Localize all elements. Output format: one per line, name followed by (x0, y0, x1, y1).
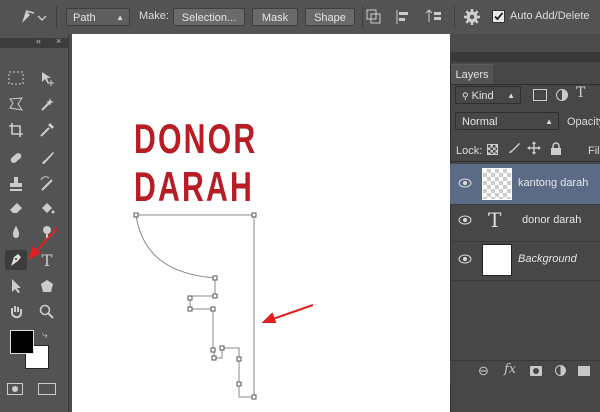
blend-mode-value: Normal (462, 116, 498, 128)
layer-thumbnail (482, 168, 512, 200)
arrow-to-path (269, 304, 314, 321)
blend-mode-select[interactable]: Normal ▲ (455, 112, 559, 130)
text-layer-icon: T (488, 208, 502, 232)
foreground-color-swatch[interactable] (10, 330, 34, 354)
chevron-updown-icon: ▲ (507, 91, 515, 100)
lock-position-icon[interactable] (527, 141, 541, 158)
chevron-updown-icon: ▲ (545, 117, 553, 126)
arrow-to-pen-tool (33, 227, 58, 255)
eye-icon[interactable] (458, 178, 472, 191)
adjustment-layer-icon[interactable] (555, 365, 566, 376)
kind-filter-value: Kind (471, 90, 494, 102)
filter-adjustment-icon[interactable] (556, 89, 568, 101)
divider (450, 161, 600, 162)
lock-pixels-icon[interactable] (507, 141, 521, 158)
fx-icon[interactable]: fx (504, 362, 516, 377)
layer-name: kantong darah (518, 177, 589, 189)
layers-panel-header (450, 52, 600, 62)
lock-transparent-icon[interactable] (487, 144, 498, 155)
eye-icon[interactable] (458, 254, 472, 267)
new-group-icon[interactable] (578, 366, 590, 376)
filter-type-icon[interactable]: T (576, 85, 585, 101)
layer-thumbnail (482, 244, 512, 276)
layer-name: Background (518, 253, 577, 265)
layer-row-donor-darah[interactable]: T donor darah (450, 201, 600, 242)
link-layers-icon[interactable]: ⊖ (478, 363, 489, 379)
layer-name: donor darah (522, 214, 582, 226)
opacity-label: Opacity (567, 116, 600, 128)
layer-row-background[interactable]: Background (450, 240, 600, 281)
tab-layers[interactable]: Layers (451, 64, 493, 85)
lock-all-icon[interactable] (550, 142, 562, 158)
kind-filter-select[interactable]: ⚲ Kind ▲ (455, 86, 521, 104)
layer-row-kantong-darah[interactable]: kantong darah (450, 164, 600, 205)
add-mask-icon[interactable] (530, 366, 542, 376)
lock-label: Lock: (456, 145, 483, 157)
fill-label: Fill (588, 145, 600, 157)
search-icon: ⚲ (462, 91, 469, 101)
filter-pixel-icon[interactable] (533, 89, 547, 101)
eye-icon[interactable] (458, 215, 472, 228)
